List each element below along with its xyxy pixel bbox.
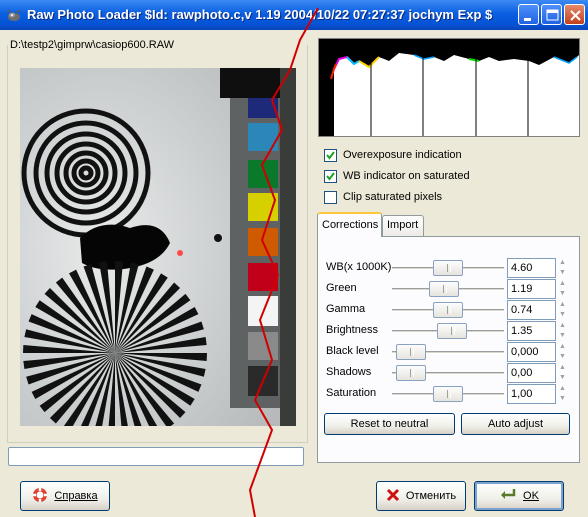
- cancel-label: Отменить: [405, 490, 457, 502]
- auto-adjust-button[interactable]: Auto adjust: [461, 413, 570, 435]
- slider-label: Saturation: [326, 387, 377, 399]
- checkbox-box[interactable]: [324, 148, 337, 162]
- maximize-button[interactable]: [541, 4, 562, 25]
- slider-row-green: Green 1.19 ▲ ▼: [326, 279, 570, 299]
- checkmark-icon: [326, 171, 335, 181]
- title-bar[interactable]: Raw Photo Loader $Id: rawphoto.c,v 1.19 …: [0, 0, 588, 30]
- spin-down-icon[interactable]: ▼: [557, 394, 568, 404]
- slider-value-field[interactable]: 4.60: [507, 258, 556, 278]
- window-title: Raw Photo Loader $Id: rawphoto.c,v 1.19 …: [27, 7, 493, 22]
- slider-thumb[interactable]: [437, 323, 467, 339]
- close-button[interactable]: [564, 4, 585, 25]
- slider-thumb[interactable]: [396, 365, 426, 381]
- maximize-icon: [546, 9, 559, 21]
- cancel-button[interactable]: Отменить: [376, 481, 466, 511]
- tab-corrections[interactable]: Corrections: [317, 212, 382, 237]
- spin-down-icon[interactable]: ▼: [557, 331, 568, 341]
- progress-bar: [8, 447, 304, 466]
- slider-row-black-level: Black level 0,000 ▲ ▼: [326, 342, 570, 362]
- slider-row-saturation: Saturation 1,00 ▲ ▼: [326, 384, 570, 404]
- spin-up-icon[interactable]: ▲: [557, 321, 568, 331]
- spin-down-icon[interactable]: ▼: [557, 289, 568, 299]
- spin-down-icon[interactable]: ▼: [557, 310, 568, 320]
- slider-label: Green: [326, 282, 357, 294]
- reset-to-neutral-button[interactable]: Reset to neutral: [324, 413, 455, 435]
- slider-row-brightness: Brightness 1.35 ▲ ▼: [326, 321, 570, 341]
- spin-buttons[interactable]: ▲ ▼: [557, 363, 568, 383]
- checkmark-icon: [326, 150, 335, 160]
- tab-import[interactable]: Import: [382, 215, 424, 236]
- spin-down-icon[interactable]: ▼: [557, 268, 568, 278]
- slider-thumb[interactable]: [396, 344, 426, 360]
- slider-value-field[interactable]: 0.74: [507, 300, 556, 320]
- wb-indicator-label: WB indicator on saturated: [343, 170, 470, 182]
- slider-row-shadows: Shadows 0,00 ▲ ▼: [326, 363, 570, 383]
- spin-down-icon[interactable]: ▼: [557, 373, 568, 383]
- overexposure-checkbox[interactable]: Overexposure indication: [324, 147, 462, 163]
- checkbox-box[interactable]: [324, 190, 337, 204]
- help-button[interactable]: Справка: [20, 481, 110, 511]
- spin-up-icon[interactable]: ▲: [557, 384, 568, 394]
- overexposure-label: Overexposure indication: [343, 149, 462, 161]
- slider-label: Shadows: [326, 366, 372, 378]
- spin-buttons[interactable]: ▲ ▼: [557, 384, 568, 404]
- enter-arrow-icon: [499, 488, 517, 505]
- slider-value-field[interactable]: 1.19: [507, 279, 556, 299]
- minimize-button[interactable]: [518, 4, 539, 25]
- spin-buttons[interactable]: ▲ ▼: [557, 321, 568, 341]
- help-label: Справка: [54, 490, 98, 502]
- slider-value-field[interactable]: 0,00: [507, 363, 556, 383]
- slider-thumb[interactable]: [433, 302, 463, 318]
- ok-button[interactable]: OK: [474, 481, 564, 511]
- spin-up-icon[interactable]: ▲: [557, 258, 568, 268]
- minimize-icon: [524, 18, 531, 21]
- slider-thumb[interactable]: [433, 260, 463, 276]
- spin-buttons[interactable]: ▲ ▼: [557, 279, 568, 299]
- close-icon: [570, 10, 581, 21]
- slider-row-gamma: Gamma 0.74 ▲ ▼: [326, 300, 570, 320]
- clip-saturated-checkbox[interactable]: Clip saturated pixels: [324, 189, 442, 205]
- wb-indicator-checkbox[interactable]: WB indicator on saturated: [324, 168, 470, 184]
- slider-thumb[interactable]: [429, 281, 459, 297]
- clip-saturated-label: Clip saturated pixels: [343, 191, 443, 203]
- slider-row-wb-x-1000k: WB(x 1000K) 4.60 ▲ ▼: [326, 258, 570, 278]
- file-path-label: D:\testp2\gimprw\casiop600.RAW: [10, 39, 177, 51]
- spin-up-icon[interactable]: ▲: [557, 363, 568, 373]
- spin-up-icon[interactable]: ▲: [557, 342, 568, 352]
- lifebuoy-icon: [32, 487, 48, 506]
- slider-value-field[interactable]: 1.35: [507, 321, 556, 341]
- slider-label: Brightness: [326, 324, 378, 336]
- test-chart-photo: [20, 68, 296, 426]
- slider-value-field[interactable]: 1,00: [507, 384, 556, 404]
- slider-label: Gamma: [326, 303, 366, 315]
- ok-label: OK: [523, 490, 539, 502]
- checkbox-box[interactable]: [324, 169, 337, 183]
- slider-label: WB(x 1000K): [326, 261, 392, 273]
- spin-up-icon[interactable]: ▲: [557, 279, 568, 289]
- spin-buttons[interactable]: ▲ ▼: [557, 342, 568, 362]
- spin-up-icon[interactable]: ▲: [557, 300, 568, 310]
- spin-buttons[interactable]: ▲ ▼: [557, 300, 568, 320]
- slider-label: Black level: [326, 345, 379, 357]
- spin-down-icon[interactable]: ▼: [557, 352, 568, 362]
- slider-thumb[interactable]: [433, 386, 463, 402]
- slider-value-field[interactable]: 0,000: [507, 342, 556, 362]
- raw-preview-image: [20, 68, 296, 426]
- gimp-wilber-icon: [7, 10, 21, 21]
- histogram: [318, 38, 580, 137]
- spin-buttons[interactable]: ▲ ▼: [557, 258, 568, 278]
- cross-icon: [386, 488, 400, 505]
